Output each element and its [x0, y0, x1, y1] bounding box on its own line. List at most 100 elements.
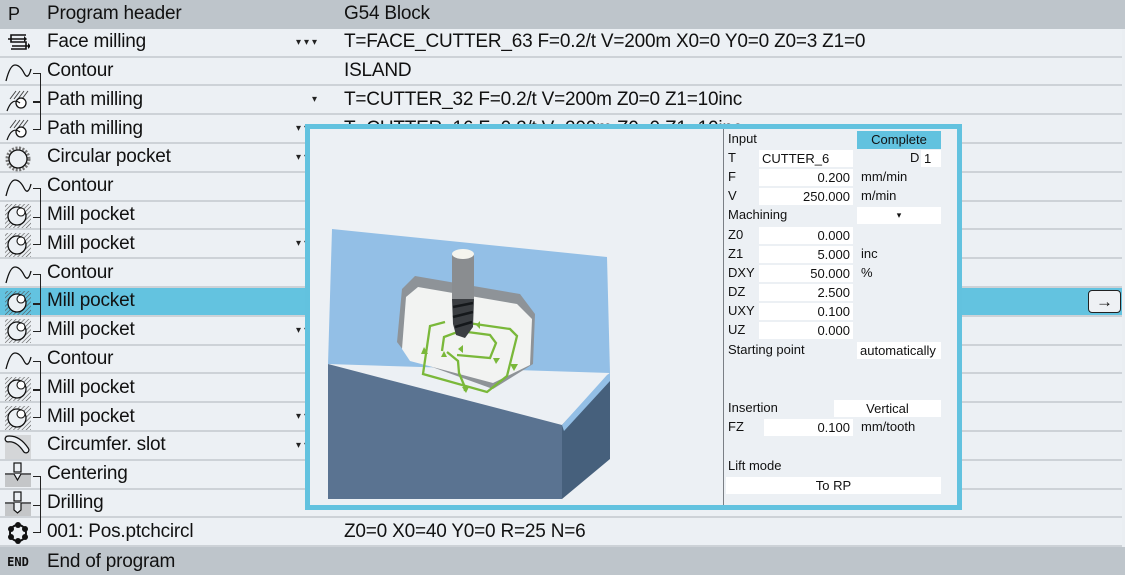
parameter-marker-icon: ▾ [311, 94, 320, 106]
arrow-right-icon: → [1096, 291, 1113, 311]
block-name: Centering [47, 463, 128, 485]
program-block-row[interactable]: 001: Pos.ptchcircl Z0=0 X0=40 Y0=0 R=25 N… [0, 518, 1122, 548]
drilling-icon [3, 491, 33, 517]
mill-pocket-icon [3, 232, 33, 257]
block-parameters: Z0=0 X0=40 Y0=0 R=25 N=6 [344, 520, 586, 542]
d-input[interactable]: 1 [921, 150, 941, 167]
fz-unit: mm/tooth [861, 419, 916, 434]
block-name: Path milling [47, 117, 143, 139]
block-parameters: T=FACE_CUTTER_63 F=0.2/t V=200m X0=0 Y0=… [344, 31, 866, 53]
program-block-row[interactable]: Path milling ▾ T=CUTTER_32 F=0.2/t V=200m … [0, 86, 1122, 116]
input-label: Input [728, 131, 757, 146]
fz-input[interactable]: 0.100 [764, 419, 853, 436]
input-mode-select[interactable]: Complete [857, 131, 941, 149]
circular-pocket-icon [3, 146, 33, 171]
mill-pocket-icon [3, 319, 33, 344]
dz-input[interactable]: 2.500 [759, 284, 853, 301]
expand-arrow-button[interactable]: → [1088, 290, 1121, 313]
block-name: Circular pocket [47, 146, 171, 168]
block-name: Drilling [47, 491, 104, 513]
block-name: 001: Pos.ptchcircl [47, 520, 194, 542]
fz-label: FZ [728, 419, 744, 434]
block-name: Contour [47, 175, 114, 197]
block-name: Path milling [47, 88, 143, 110]
centering-icon [3, 462, 33, 488]
z1-unit: inc [861, 246, 878, 261]
block-name: Mill pocket [47, 319, 135, 341]
block-name: Mill pocket [47, 290, 135, 312]
feed-unit: mm/min [861, 169, 908, 184]
uz-label: UZ [728, 322, 746, 337]
block-parameters: ISLAND [344, 59, 412, 81]
parameter-form: Input Complete T CUTTER_6 D 1 F 0.200 mm… [723, 129, 957, 505]
feed-input[interactable]: 0.200 [759, 169, 853, 186]
face-milling-icon [3, 31, 33, 56]
path-milling-icon [3, 117, 33, 142]
help-graphic-popup: Input Complete T CUTTER_6 D 1 F 0.200 mm… [305, 124, 962, 510]
mill-pocket-icon [3, 405, 33, 430]
block-name: Mill pocket [47, 203, 135, 225]
contour-icon [3, 175, 33, 200]
program-block-row[interactable]: Contour ISLAND [0, 57, 1122, 87]
dxy-unit: % [861, 265, 873, 280]
mill-pocket-icon [3, 204, 33, 229]
block-parameters: G54 Block [344, 3, 430, 25]
feed-label: F [728, 169, 736, 184]
machining-select[interactable]: ▾ [857, 207, 941, 224]
insertion-label: Insertion [728, 400, 778, 415]
block-name: Contour [47, 347, 114, 369]
uz-input[interactable]: 0.000 [759, 322, 853, 339]
program-block-row[interactable]: Face milling ▾▾▾ T=FACE_CUTTER_63 F=0.2/t … [0, 28, 1122, 58]
block-name: Mill pocket [47, 405, 135, 427]
block-name: Mill pocket [47, 376, 135, 398]
dxy-input[interactable]: 50.000 [759, 265, 853, 282]
tool-label: T [728, 150, 736, 165]
block-group-connector [33, 101, 40, 103]
uxy-input[interactable]: 0.100 [759, 303, 853, 320]
workpiece-side [562, 373, 610, 499]
contour-icon [3, 348, 33, 373]
block-name: Contour [47, 59, 114, 81]
speed-input[interactable]: 250.000 [759, 188, 853, 205]
z0-label: Z0 [728, 227, 744, 242]
contour-icon [3, 60, 33, 85]
mill-pocket-icon [3, 290, 33, 315]
program-block-row[interactable]: END End of program [0, 547, 1125, 575]
block-name: Contour [47, 261, 114, 283]
workpiece-front [328, 364, 562, 499]
block-parameters: T=CUTTER_32 F=0.2/t V=200m Z0=0 Z1=10inc [344, 88, 743, 110]
z1-input[interactable]: 5.000 [759, 246, 853, 263]
block-name: Face milling [47, 31, 146, 53]
mill-pocket-icon [3, 376, 33, 401]
uxy-label: UXY [728, 303, 755, 318]
block-group-connector [33, 504, 40, 507]
starting-point-select[interactable]: automatically [857, 342, 941, 359]
tool-input[interactable]: CUTTER_6 [759, 150, 853, 167]
dz-label: DZ [728, 284, 746, 299]
block-name: Program header [47, 3, 182, 25]
parameter-marker-icon: ▾▾▾ [295, 36, 320, 48]
dxy-label: DXY [728, 265, 755, 280]
machining-label: Machining [728, 207, 788, 222]
tool-shank [452, 254, 474, 299]
block-group-connector [33, 216, 40, 219]
path-milling-icon [3, 88, 33, 113]
program-block-row[interactable]: P Program header G54 Block [0, 0, 1125, 29]
end-icon: END [7, 554, 29, 569]
position-pitch-circle-icon [3, 520, 33, 545]
block-group-connector [33, 303, 40, 305]
d-label: D [910, 150, 920, 165]
z0-input[interactable]: 0.000 [759, 227, 853, 244]
speed-label: V [728, 188, 737, 203]
z1-label: Z1 [728, 246, 744, 261]
block-name: End of program [47, 550, 176, 572]
block-name: Circumfer. slot [47, 434, 166, 456]
lift-mode-label: Lift mode [728, 458, 782, 473]
contour-icon [3, 261, 33, 286]
insertion-select[interactable]: Vertical [834, 400, 941, 417]
mill-pocket-help-graphic [328, 229, 610, 499]
block-name: Mill pocket [47, 232, 135, 254]
lift-mode-select[interactable]: To RP [726, 477, 941, 494]
starting-point-label: Starting point [728, 342, 805, 357]
block-group-connector [33, 389, 40, 391]
